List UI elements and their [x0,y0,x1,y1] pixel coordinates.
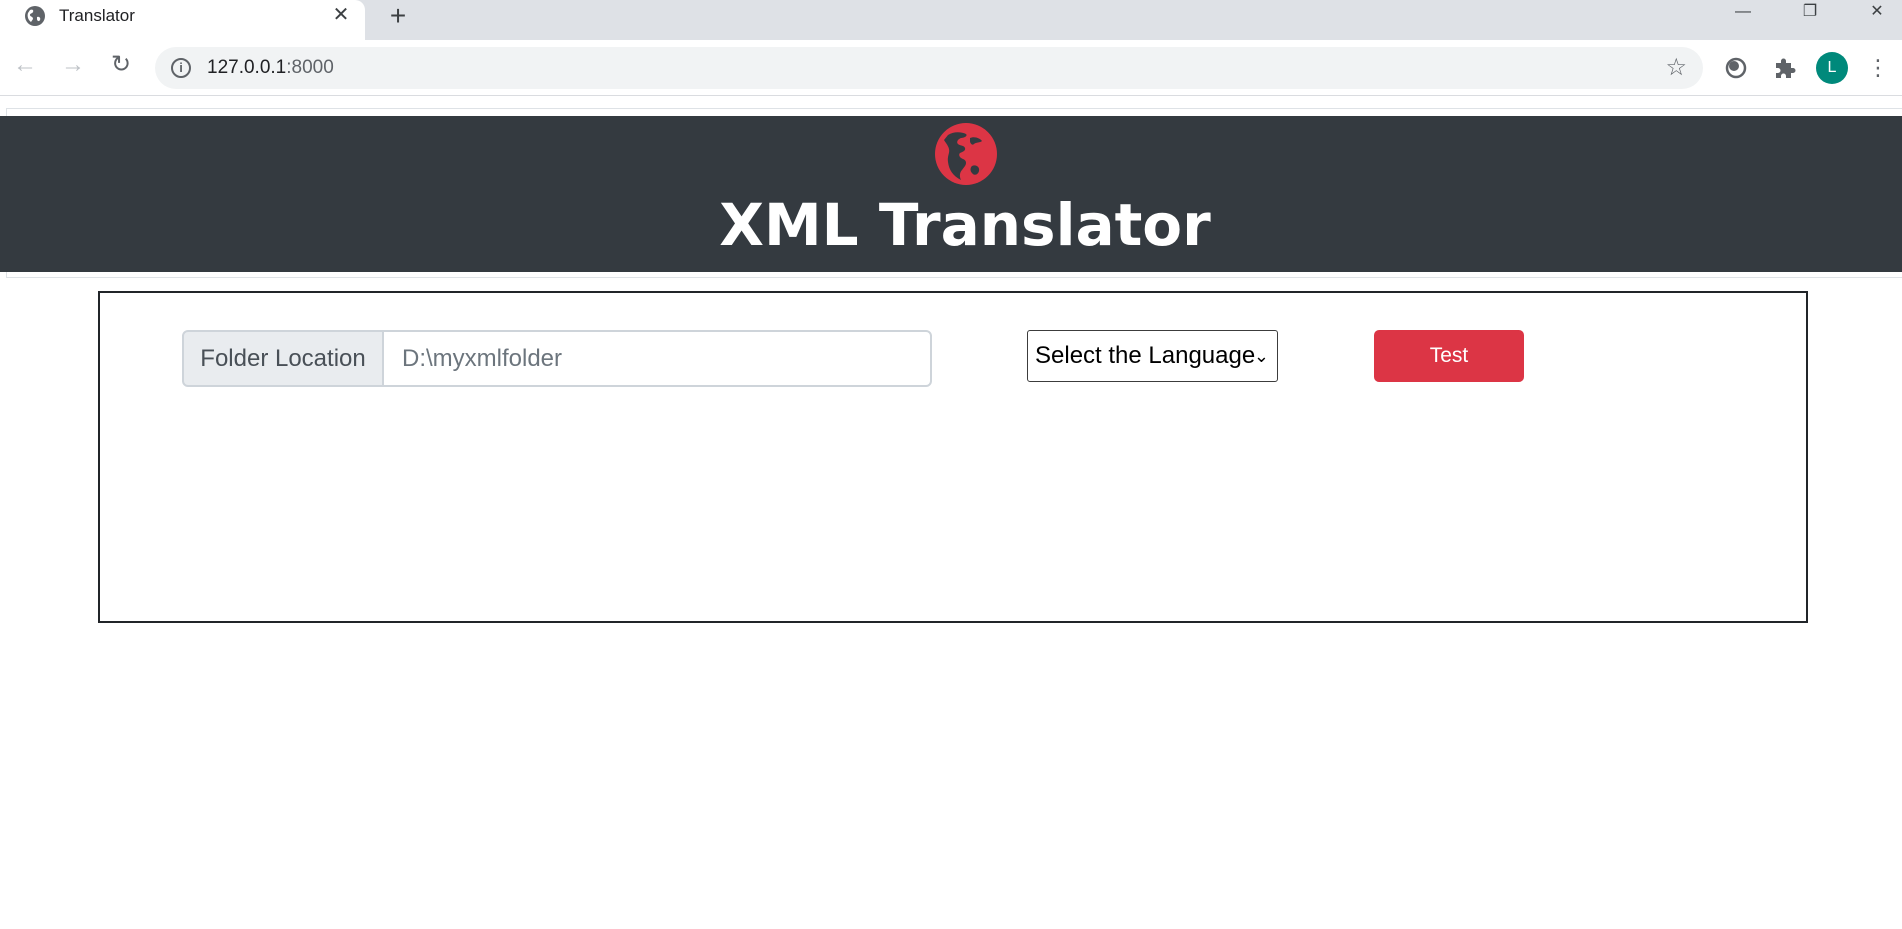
browser-tab[interactable]: Translator ✕ [0,0,365,40]
restore-icon[interactable]: ❐ [1785,0,1835,26]
close-icon[interactable]: ✕ [330,4,352,26]
folder-location-group: Folder Location [182,330,932,387]
page-title: XML Translator [719,191,1211,259]
language-select[interactable]: Select the Language ⌄ [1027,330,1278,382]
profile-avatar[interactable]: L [1816,52,1848,84]
extension-circle-icon[interactable] [1722,54,1750,82]
url-text[interactable]: 127.0.0.1:8000 [207,57,334,79]
test-button[interactable]: Test [1374,330,1524,382]
translator-form-panel: Folder Location Select the Language ⌄ Te… [98,291,1808,623]
forward-arrow-icon[interactable]: → [58,50,88,80]
tab-title: Translator [59,6,135,25]
back-arrow-icon[interactable]: ← [10,50,40,80]
language-select-value: Select the Language [1035,342,1256,369]
info-icon[interactable]: i [171,58,191,78]
browser-tabstrip: Translator ✕ + — ❐ ✕ [0,0,1902,40]
browser-toolbar: ← → ↻ i 127.0.0.1:8000 ☆ L ⋮ [0,40,1902,96]
page-header: XML Translator [0,116,1902,272]
reload-icon[interactable]: ↻ [106,50,136,80]
url-host: 127.0.0.1 [207,57,287,78]
address-bar[interactable]: i 127.0.0.1:8000 ☆ [155,47,1703,89]
globe-americas-icon [935,123,997,185]
chevron-down-icon: ⌄ [1253,346,1269,366]
extensions-puzzle-icon[interactable] [1770,54,1798,82]
folder-location-input[interactable] [383,330,932,387]
plus-icon[interactable]: + [384,2,412,30]
window-close-icon[interactable]: ✕ [1852,0,1902,26]
url-port: :8000 [286,57,334,78]
minimize-icon[interactable]: — [1718,0,1768,26]
more-menu-icon[interactable]: ⋮ [1866,54,1890,82]
globe-favicon-icon [25,6,45,26]
bookmark-star-icon[interactable]: ☆ [1665,55,1687,81]
folder-location-label: Folder Location [182,330,383,387]
